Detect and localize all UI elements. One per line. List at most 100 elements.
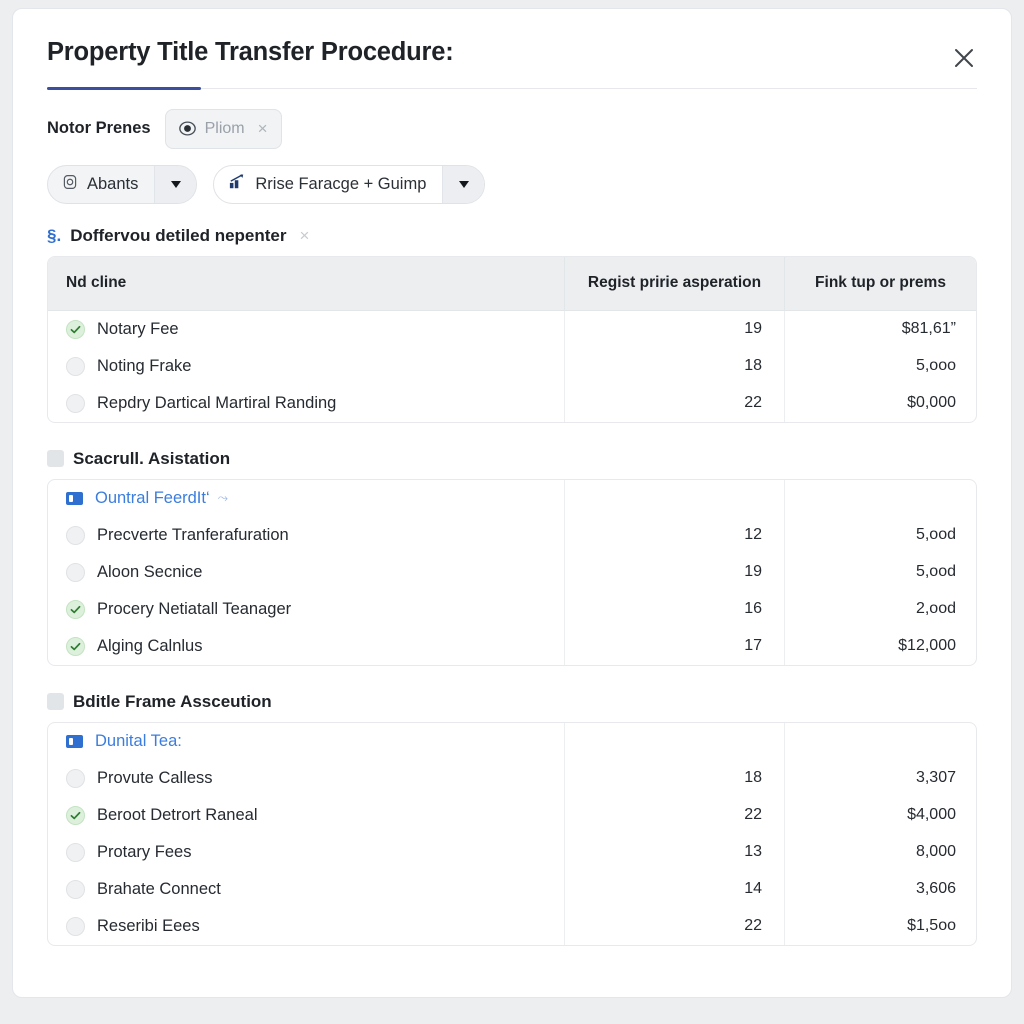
section-marker: §. (47, 225, 62, 245)
row-name-cell: Alging Calnlus (48, 628, 564, 665)
row-amount: 5,ood (784, 553, 976, 591)
row-label: Provute Calless (97, 768, 213, 787)
section-checkbox[interactable] (47, 450, 64, 468)
row-name-cell: Beroot Detrort Raneal (48, 797, 564, 834)
filter-chip-pliom[interactable]: Pliom × (164, 108, 282, 149)
row-count: 22 (564, 907, 784, 945)
close-icon[interactable] (947, 41, 981, 75)
empty-circle-icon[interactable] (66, 879, 85, 899)
table-row[interactable]: Notary Fee 19 $81,61” (48, 310, 976, 348)
row-amount: 3,606 (784, 870, 976, 908)
table-row-link[interactable]: Ountral FeerdIt‘ ⤳ (48, 479, 976, 517)
row-count: 19 (564, 553, 784, 591)
sections-container: §. Doffervou detiled nepenter × Nd cline Reg… (13, 204, 1011, 946)
link-cell: Ountral FeerdIt‘ ⤳ (48, 480, 564, 517)
section-dismiss-icon[interactable]: × (300, 227, 310, 244)
empty-circle-icon[interactable] (66, 916, 85, 936)
row-label: Notary Fee (97, 319, 179, 338)
table-row[interactable]: Provute Calless 18 3,307 (48, 759, 976, 797)
row-label: Brahate Connect (97, 879, 221, 898)
link-cell: Dunital Tea: (48, 723, 564, 760)
chip-label: Pliom (204, 119, 245, 137)
row-amount: 2,ood (784, 590, 976, 628)
check-circle-icon[interactable] (66, 319, 85, 339)
page-title: Property Title Transfer Procedure: (47, 38, 454, 66)
check-circle-icon[interactable] (66, 636, 85, 656)
empty-circle-icon[interactable] (66, 356, 85, 376)
filter-label: Notor Prenes (47, 119, 151, 138)
row-name-cell: Provute Calless (48, 760, 564, 797)
chart-icon (228, 173, 246, 195)
row-amount: $81,61” (784, 310, 976, 348)
row-amount: $0,000 (784, 384, 976, 422)
row-label: Beroot Detrort Raneal (97, 805, 258, 824)
table-row[interactable]: Protary Fees 13 8,000 (48, 833, 976, 871)
check-circle-icon[interactable] (66, 599, 85, 619)
dropdown-rrise-faracge[interactable]: Rrise Faracge + Guimp (213, 164, 486, 204)
row-label: Reseribi Eees (97, 916, 200, 935)
row-label: Repdry Dartical Martiral Randing (97, 393, 337, 412)
check-circle-icon[interactable] (66, 805, 85, 825)
row-name-cell: Aloon Secnice (48, 554, 564, 591)
table-row[interactable]: Aloon Secnice 19 5,ood (48, 553, 976, 591)
table-row[interactable]: Procery Netiatall Teanager 16 2,ood (48, 590, 976, 628)
card-icon (66, 491, 83, 505)
row-count: 19 (564, 310, 784, 348)
dropdown-abants-label: Abants (87, 174, 139, 193)
table-row[interactable]: Precverte Tranferafuration 12 5,ood (48, 516, 976, 554)
empty-circle-icon[interactable] (66, 842, 85, 862)
table-row[interactable]: Brahate Connect 14 3,606 (48, 870, 976, 908)
chevron-down-icon[interactable] (442, 165, 485, 203)
table-row[interactable]: Beroot Detrort Raneal 22 $4,000 (48, 796, 976, 834)
pill-row: Abants Rrise Faracge + Guimp (13, 149, 1011, 204)
row-count: 12 (564, 516, 784, 554)
table-row[interactable]: Repdry Dartical Martiral Randing 22 $0,000 (48, 384, 976, 422)
row-count: 14 (564, 870, 784, 908)
items-table: Ountral FeerdIt‘ ⤳ Precverte Tranferafurat… (47, 478, 977, 666)
row-count: 18 (564, 347, 784, 385)
items-table: Dunital Tea: Provute Calless 18 3,307 Beroot… (47, 721, 977, 946)
row-name-cell: Reseribi Eees (48, 908, 564, 945)
chevron-down-icon[interactable] (154, 165, 197, 203)
dropdown-abants[interactable]: Abants (47, 164, 198, 204)
chip-remove-icon[interactable]: × (258, 120, 268, 137)
row-name-cell: Noting Frake (48, 348, 564, 385)
row-name-cell: Notary Fee (48, 311, 564, 348)
table-row[interactable]: Noting Frake 18 5,ooo (48, 347, 976, 385)
column-header-amount[interactable]: Fink tup or prems (784, 256, 976, 310)
row-amount: 3,307 (784, 759, 976, 797)
section-heading: §. Doffervou detiled nepenter × (13, 204, 1011, 256)
table-row[interactable]: Alging Calnlus 17 $12,000 (48, 627, 976, 665)
row-name-cell: Protary Fees (48, 834, 564, 871)
link-label[interactable]: Dunital Tea: (95, 732, 182, 751)
empty-circle-icon[interactable] (66, 525, 85, 545)
row-name-cell: Procery Netiatall Teanager (48, 591, 564, 628)
row-count: 17 (564, 627, 784, 665)
dropdown-rrise-faracge-label: Rrise Faracge + Guimp (255, 174, 427, 193)
section-checkbox[interactable] (47, 693, 64, 711)
table-row-link[interactable]: Dunital Tea: (48, 722, 976, 760)
row-name-cell: Brahate Connect (48, 871, 564, 908)
fingerprint-icon (62, 174, 78, 195)
dropdown-abants-body: Abants (48, 166, 154, 203)
row-amount: $4,000 (784, 796, 976, 834)
row-count: 22 (564, 384, 784, 422)
title-underline (47, 86, 977, 90)
empty-circle-icon[interactable] (66, 562, 85, 582)
row-amount: $12,000 (784, 627, 976, 665)
row-label: Aloon Secnice (97, 562, 203, 581)
row-amount: 5,ood (784, 516, 976, 554)
row-name-cell: Precverte Tranferafuration (48, 517, 564, 554)
empty-circle-icon[interactable] (66, 393, 85, 413)
empty-circle-icon[interactable] (66, 768, 85, 788)
section-title: Doffervou detiled nepenter (70, 225, 287, 245)
column-header-count[interactable]: Regist pririe asperation (564, 256, 784, 310)
table-header-row: Nd cline Regist pririe asperation Fink tup… (48, 256, 976, 311)
section-heading: Scacrull. Asistation (13, 423, 1011, 479)
column-header-name[interactable]: Nd cline (48, 257, 564, 310)
link-label[interactable]: Ountral FeerdIt‘ (95, 489, 210, 508)
link-count-cell (564, 722, 784, 760)
table-row[interactable]: Reseribi Eees 22 $1,5oo (48, 907, 976, 945)
row-label: Precverte Tranferafuration (97, 525, 289, 544)
row-amount: $1,5oo (784, 907, 976, 945)
